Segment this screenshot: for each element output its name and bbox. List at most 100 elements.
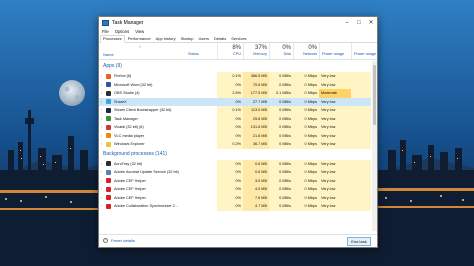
end-task-button[interactable]: End task <box>347 237 371 246</box>
process-row[interactable]: › Vivaldi (32 bit) (6) 0% 131.6 MB 0 MB/s 0 M… <box>99 123 371 132</box>
vivaldi-icon <box>106 124 111 130</box>
minimize-button[interactable]: – <box>341 17 353 28</box>
process-row[interactable]: › Adobe CEF Helper 0% 7.6 MB 0 MB/s 0 Mbps Ver… <box>99 193 371 202</box>
tab-app-history[interactable]: App history <box>154 36 178 42</box>
expand-chevron-icon[interactable]: › <box>101 204 102 208</box>
process-power-trend <box>351 168 371 177</box>
menu-bar: File Options View <box>99 28 377 35</box>
process-name: Adobe Acrobat Update Service (32 bit) <box>114 170 179 174</box>
expand-chevron-icon[interactable]: › <box>101 142 102 146</box>
process-cpu: 0.2% <box>217 140 243 149</box>
process-mem: 21.6 MB <box>243 131 269 140</box>
process-power-trend <box>351 72 371 81</box>
tab-startup[interactable]: Startup <box>179 36 196 42</box>
process-row[interactable]: › Adobe Acrobat Update Service (32 bit) 0%… <box>99 168 371 177</box>
expand-chevron-icon[interactable]: › <box>101 134 102 138</box>
tab-bar: Processes Performance App history Startu… <box>99 35 377 43</box>
explorer-icon <box>106 141 111 147</box>
disk-total: 0% <box>282 45 291 51</box>
process-row[interactable]: › VLC media player 0% 21.6 MB 0 MB/s 0 Mbps Ve… <box>99 131 371 140</box>
task-manager-window: Task Manager – □ ✕ File Options View Pro… <box>98 16 378 248</box>
process-row[interactable]: › OBS Studio (4) 2.6% 177.5 MB 0.1 MB/s 0 Mbp… <box>99 89 371 98</box>
menu-file[interactable]: File <box>102 29 109 34</box>
network-label: Network <box>303 52 317 56</box>
process-row[interactable]: › Microsoft Word (32 bit) 0% 70.6 MB 0 MB/s 0… <box>99 80 371 89</box>
process-row[interactable]: › AcroTray (32 bit) 0% 0.6 MB 0 MB/s 0 Mbps Ve… <box>99 159 371 168</box>
column-network[interactable]: 0% Network <box>293 43 319 59</box>
process-net: 0 Mbps <box>293 193 319 202</box>
tab-performance[interactable]: Performance <box>126 36 153 42</box>
tab-processes[interactable]: Processes <box>100 35 125 43</box>
expand-chevron-icon[interactable]: › <box>101 196 102 200</box>
process-power-usage: Very low <box>319 114 351 123</box>
column-status[interactable]: Status <box>188 52 199 56</box>
process-row[interactable]: › Adobe CEF Helper 0% 3.0 MB 0 MB/s 0 Mbps Ver… <box>99 176 371 185</box>
process-power-usage: Moderate <box>319 89 351 98</box>
process-mem: 25.6 MB <box>243 114 269 123</box>
fewer-details-link[interactable]: ˄ Fewer details <box>103 238 135 243</box>
process-power-trend <box>351 80 371 89</box>
process-cpu: 0% <box>217 176 243 185</box>
expand-chevron-icon[interactable]: › <box>101 125 102 129</box>
expand-chevron-icon[interactable]: › <box>101 74 102 78</box>
expand-chevron-icon[interactable]: › <box>101 162 102 166</box>
process-power-usage: Very low <box>319 185 351 194</box>
process-power-usage: Very low <box>319 159 351 168</box>
process-net: 0 Mbps <box>293 114 319 123</box>
process-power-trend <box>351 114 371 123</box>
process-disk: 0 MB/s <box>279 99 291 104</box>
steam-icon <box>106 107 111 113</box>
memory-label: Memory <box>253 52 267 56</box>
column-cpu[interactable]: 8% CPU <box>217 43 243 59</box>
process-disk: 0 MB/s <box>269 168 293 177</box>
maximize-button[interactable]: □ <box>353 17 365 28</box>
sort-caret-icon: ˄ <box>139 44 142 49</box>
process-row[interactable]: › Windows Explorer 0.2% 36.7 MB 0 MB/s 0 Mbps… <box>99 140 371 149</box>
process-net: 0 Mbps <box>293 159 319 168</box>
process-row[interactable]: › Steam Client Bootstrapper (32 bit) 0.1% 1… <box>99 106 371 115</box>
tab-services[interactable]: Services <box>229 36 248 42</box>
process-disk: 0 MB/s <box>269 106 293 115</box>
process-power-trend <box>351 193 371 202</box>
process-name: AcroTray (32 bit) <box>114 161 143 166</box>
expand-chevron-icon[interactable]: › <box>101 91 102 95</box>
process-name: Adobe CEF Helper <box>114 195 146 200</box>
process-disk: 0.1 MB/s <box>269 89 293 98</box>
menu-options[interactable]: Options <box>115 29 129 34</box>
tab-users[interactable]: Users <box>197 36 211 42</box>
column-memory[interactable]: 37% Memory <box>243 43 269 59</box>
word-icon <box>106 82 111 87</box>
tab-details[interactable]: Details <box>212 36 228 42</box>
column-disk[interactable]: 0% Disk <box>269 43 293 59</box>
process-name: ShareX <box>114 99 127 104</box>
expand-chevron-icon[interactable]: › <box>101 100 102 104</box>
scrollbar-thumb[interactable] <box>373 65 376 125</box>
expand-chevron-icon[interactable]: › <box>101 108 102 112</box>
process-row[interactable]: › Firefox (6) 0.1% 386.5 MB 0 MB/s 0 Mbps Very… <box>99 72 371 81</box>
process-disk: 0 MB/s <box>269 114 293 123</box>
column-power-usage[interactable]: Power usage <box>319 43 351 59</box>
column-power-trend[interactable]: Power usage t... <box>351 43 377 59</box>
column-name[interactable]: Name <box>103 52 114 57</box>
process-cpu: 0.1% <box>217 72 243 81</box>
process-cpu: 0% <box>217 80 243 89</box>
process-net: 0 Mbps <box>293 106 319 115</box>
process-cpu: 0.1% <box>217 106 243 115</box>
process-row[interactable]: › ShareX 0% 27.7 MB 0 MB/s 0 Mbps Very low <box>99 97 371 106</box>
expand-chevron-icon[interactable]: › <box>101 170 102 174</box>
process-cpu: 0% <box>217 193 243 202</box>
close-button[interactable]: ✕ <box>365 17 377 28</box>
menu-view[interactable]: View <box>135 29 144 34</box>
process-row[interactable]: › Task Manager 0% 25.6 MB 0 MB/s 0 Mbps Very l… <box>99 114 371 123</box>
process-mem: 3.0 MB <box>243 176 269 185</box>
process-power-trend <box>351 185 371 194</box>
title-bar[interactable]: Task Manager – □ ✕ <box>99 17 377 28</box>
process-row[interactable]: › Adobe Collaboration Synchronizer 2... 0%… <box>99 202 371 211</box>
expand-chevron-icon[interactable]: › <box>101 187 102 191</box>
process-row[interactable]: › Adobe CEF Helper 0% 4.0 MB 0 MB/s 0 Mbps Ver… <box>99 185 371 194</box>
process-net: 0 Mbps <box>293 202 319 211</box>
expand-chevron-icon[interactable]: › <box>101 83 102 87</box>
expand-chevron-icon[interactable]: › <box>101 117 102 121</box>
process-power-trend <box>351 159 371 168</box>
expand-chevron-icon[interactable]: › <box>101 179 102 183</box>
